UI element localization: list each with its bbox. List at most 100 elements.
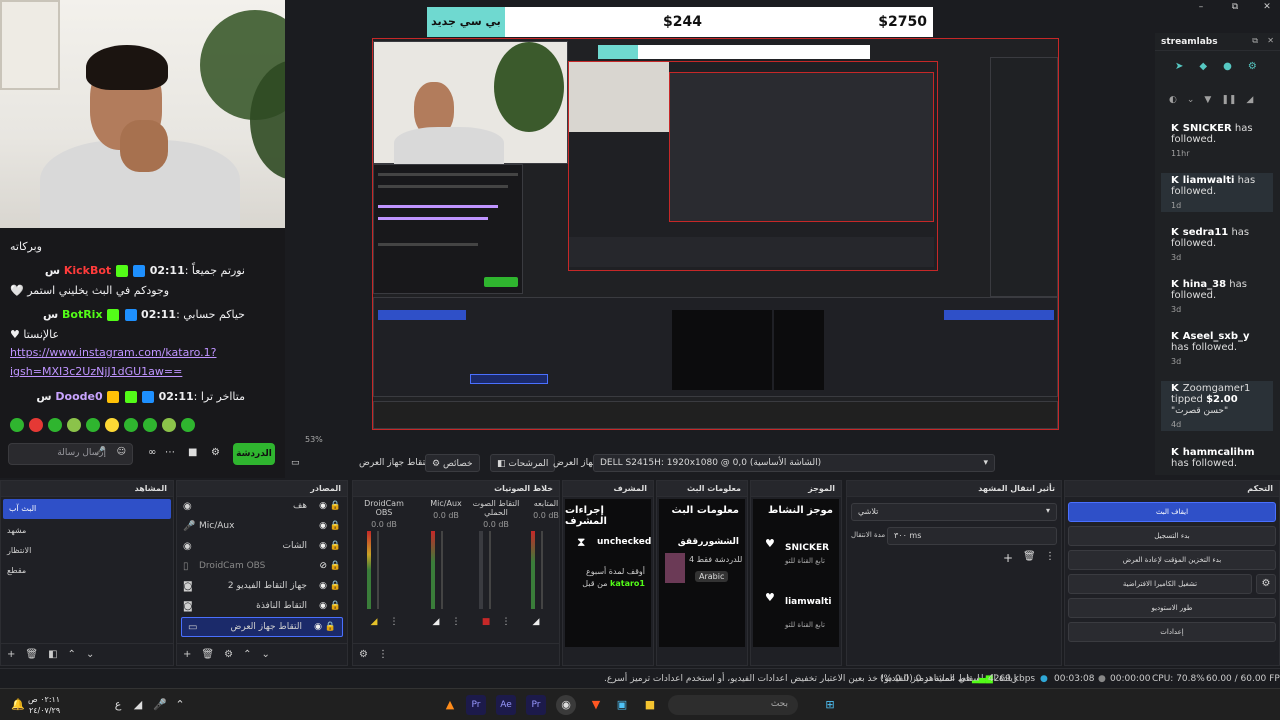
- source-item[interactable]: 🎤 Mic/Aux ◉ 🔒: [177, 517, 347, 537]
- start-recording-button[interactable]: بدء التسجيل: [1068, 526, 1276, 546]
- emote-icon[interactable]: [162, 418, 176, 432]
- alert-item[interactable]: Kliamwalti has followed. 1d: [1161, 173, 1273, 212]
- alert-item[interactable]: K Zoomgamer1 tipped $2.00 "حسن قصرت" 4d: [1161, 381, 1273, 431]
- obs-icon[interactable]: ◉: [556, 695, 576, 715]
- language-indicator[interactable]: ع: [108, 695, 128, 715]
- chat-link[interactable]: igsh=MXI3c2UzNjJ1dGU1aw==: [10, 365, 182, 378]
- emote-icon[interactable]: [48, 418, 62, 432]
- lock-icon[interactable]: 🔒: [330, 501, 341, 511]
- taskbar-clock[interactable]: ٠٢:١١ ص ٢٤/٠٧/٢٩: [28, 694, 60, 716]
- zoom-level[interactable]: 53%: [305, 435, 323, 444]
- close-button[interactable]: ✕: [1257, 1, 1277, 13]
- source-item[interactable]: ◙ جهاز التقاط الفيديو 2 ◉ 🔒: [177, 577, 347, 597]
- lock-icon[interactable]: 🔒: [325, 622, 336, 632]
- filter-icon[interactable]: ▼: [1204, 95, 1211, 105]
- properties-button[interactable]: ⚙ خصائص: [425, 454, 480, 472]
- source-item-selected[interactable]: ▭ التقاط جهاز العرض ◉ 🔒: [181, 617, 343, 637]
- emote-icon[interactable]: [29, 418, 43, 432]
- menu-dots-icon[interactable]: ⋮: [387, 617, 401, 629]
- megaphone-icon[interactable]: ◆: [1199, 61, 1207, 72]
- mic-icon[interactable]: 🎤: [150, 695, 170, 715]
- alert-item[interactable]: Khina_38 has followed. 3d: [1161, 277, 1273, 316]
- trash-icon[interactable]: 🗑: [25, 649, 38, 660]
- source-item[interactable]: ◙ التقاط النافذة ◉ 🔒: [177, 597, 347, 617]
- virtual-camera-settings-icon[interactable]: ⚙: [1256, 574, 1276, 594]
- virtual-camera-button[interactable]: تشغيل الكاميرا الافتراضية: [1068, 574, 1252, 594]
- chevron-up-icon[interactable]: ⌃: [243, 649, 251, 660]
- eye-icon[interactable]: ◉: [319, 541, 327, 551]
- scene-item[interactable]: مقطع: [1, 561, 173, 581]
- menu-dots-icon[interactable]: ⋮: [499, 617, 513, 629]
- monitor-icon[interactable]: ▭: [285, 454, 306, 472]
- transition-select[interactable]: تلاشي ▾: [851, 503, 1057, 521]
- duration-stepper[interactable]: ٣٠٠ ms: [887, 527, 1057, 545]
- chevron-down-icon[interactable]: ⌄: [1187, 95, 1195, 105]
- settings-icon[interactable]: ⚙: [211, 447, 220, 458]
- brave-icon[interactable]: ▼: [586, 695, 606, 715]
- emote-icon[interactable]: [67, 418, 81, 432]
- taskbar-search[interactable]: بحث: [668, 695, 798, 715]
- send-icon[interactable]: ➤: [1175, 61, 1183, 72]
- users-icon[interactable]: ∞: [148, 447, 156, 458]
- replay-buffer-button[interactable]: بدء التخزين المؤقت لإعادة العرض: [1068, 550, 1276, 570]
- minimize-button[interactable]: –: [1191, 1, 1211, 13]
- source-item[interactable]: ◉ هف ◉ 🔒: [177, 497, 347, 517]
- display-select[interactable]: DELL S2415H: 1920x1080 @ 0,0 (الشاشة الأ…: [593, 454, 995, 472]
- scene-item[interactable]: الانتظار: [1, 541, 173, 561]
- folder-icon[interactable]: ■: [640, 695, 660, 715]
- float-icon[interactable]: ⧉: [1252, 36, 1258, 46]
- add-icon[interactable]: +: [7, 649, 15, 660]
- emote-icon[interactable]: [181, 418, 195, 432]
- stop-stream-button[interactable]: ايقاف البث: [1068, 502, 1276, 522]
- add-icon[interactable]: +: [1003, 551, 1013, 565]
- alert-item[interactable]: Ksedra11 has followed. 3d: [1161, 225, 1273, 264]
- alert-item[interactable]: K SNICKER has followed. 11hr: [1161, 121, 1273, 160]
- store-icon[interactable]: ▣: [612, 695, 632, 715]
- chevron-down-icon[interactable]: ⌄: [261, 649, 269, 660]
- gift-icon[interactable]: ■: [188, 447, 197, 458]
- menu-dots-icon[interactable]: ⋮: [378, 649, 388, 660]
- gear-icon[interactable]: ⚙: [359, 649, 368, 660]
- share-icon[interactable]: ⋯: [165, 447, 175, 458]
- premiere-icon[interactable]: Pr: [466, 695, 486, 715]
- eye-icon[interactable]: ◉: [319, 581, 327, 591]
- alert-item[interactable]: Khammcalihm has followed.: [1161, 445, 1273, 471]
- lock-icon[interactable]: 🔒: [330, 561, 341, 571]
- source-item[interactable]: ◉ الشات ◉ 🔒: [177, 537, 347, 557]
- lock-icon[interactable]: 🔒: [330, 601, 341, 611]
- chevron-down-icon[interactable]: ⌄: [86, 649, 94, 660]
- scene-item[interactable]: مشهد: [1, 521, 173, 541]
- windows-start-icon[interactable]: ⊞: [820, 695, 840, 715]
- emote-icon[interactable]: [143, 418, 157, 432]
- eye-icon[interactable]: ◉: [319, 601, 327, 611]
- lock-icon[interactable]: 🔒: [330, 541, 341, 551]
- shield-icon[interactable]: ◐: [1169, 95, 1177, 105]
- maximize-button[interactable]: ⧉: [1225, 1, 1245, 13]
- chat-send-button[interactable]: الدردشة: [233, 443, 275, 465]
- volume-icon[interactable]: ◢: [367, 617, 381, 629]
- gear-icon[interactable]: ⚙: [1248, 61, 1257, 72]
- display-capture-preview[interactable]: [372, 38, 1059, 430]
- emoji-icon[interactable]: ☺: [117, 447, 126, 457]
- trash-icon[interactable]: 🗑: [201, 649, 214, 660]
- emote-icon[interactable]: [86, 418, 100, 432]
- eye-hidden-icon[interactable]: ⊘: [319, 561, 327, 571]
- eye-icon[interactable]: ◉: [319, 521, 327, 531]
- lock-icon[interactable]: 🔒: [330, 581, 341, 591]
- gear-icon[interactable]: ⚙: [224, 649, 233, 660]
- scene-item[interactable]: البث آب: [3, 499, 171, 519]
- close-icon[interactable]: ✕: [1267, 36, 1274, 45]
- trash-icon[interactable]: 🗑: [1023, 551, 1036, 562]
- menu-dots-icon[interactable]: ⋮: [1045, 551, 1055, 562]
- volume-icon[interactable]: ◢: [1246, 95, 1253, 105]
- add-icon[interactable]: +: [183, 649, 191, 660]
- pause-icon[interactable]: ❚❚: [1221, 95, 1236, 105]
- lock-icon[interactable]: 🔒: [330, 521, 341, 531]
- chevron-up-icon[interactable]: ⌃: [68, 649, 76, 660]
- volume-icon[interactable]: ◢: [429, 617, 443, 629]
- vlc-icon[interactable]: ▲: [440, 695, 460, 715]
- eye-icon[interactable]: ◉: [319, 501, 327, 511]
- emote-icon[interactable]: [10, 418, 24, 432]
- muted-icon[interactable]: ■: [479, 617, 493, 629]
- filter-icon[interactable]: ◧: [48, 649, 57, 660]
